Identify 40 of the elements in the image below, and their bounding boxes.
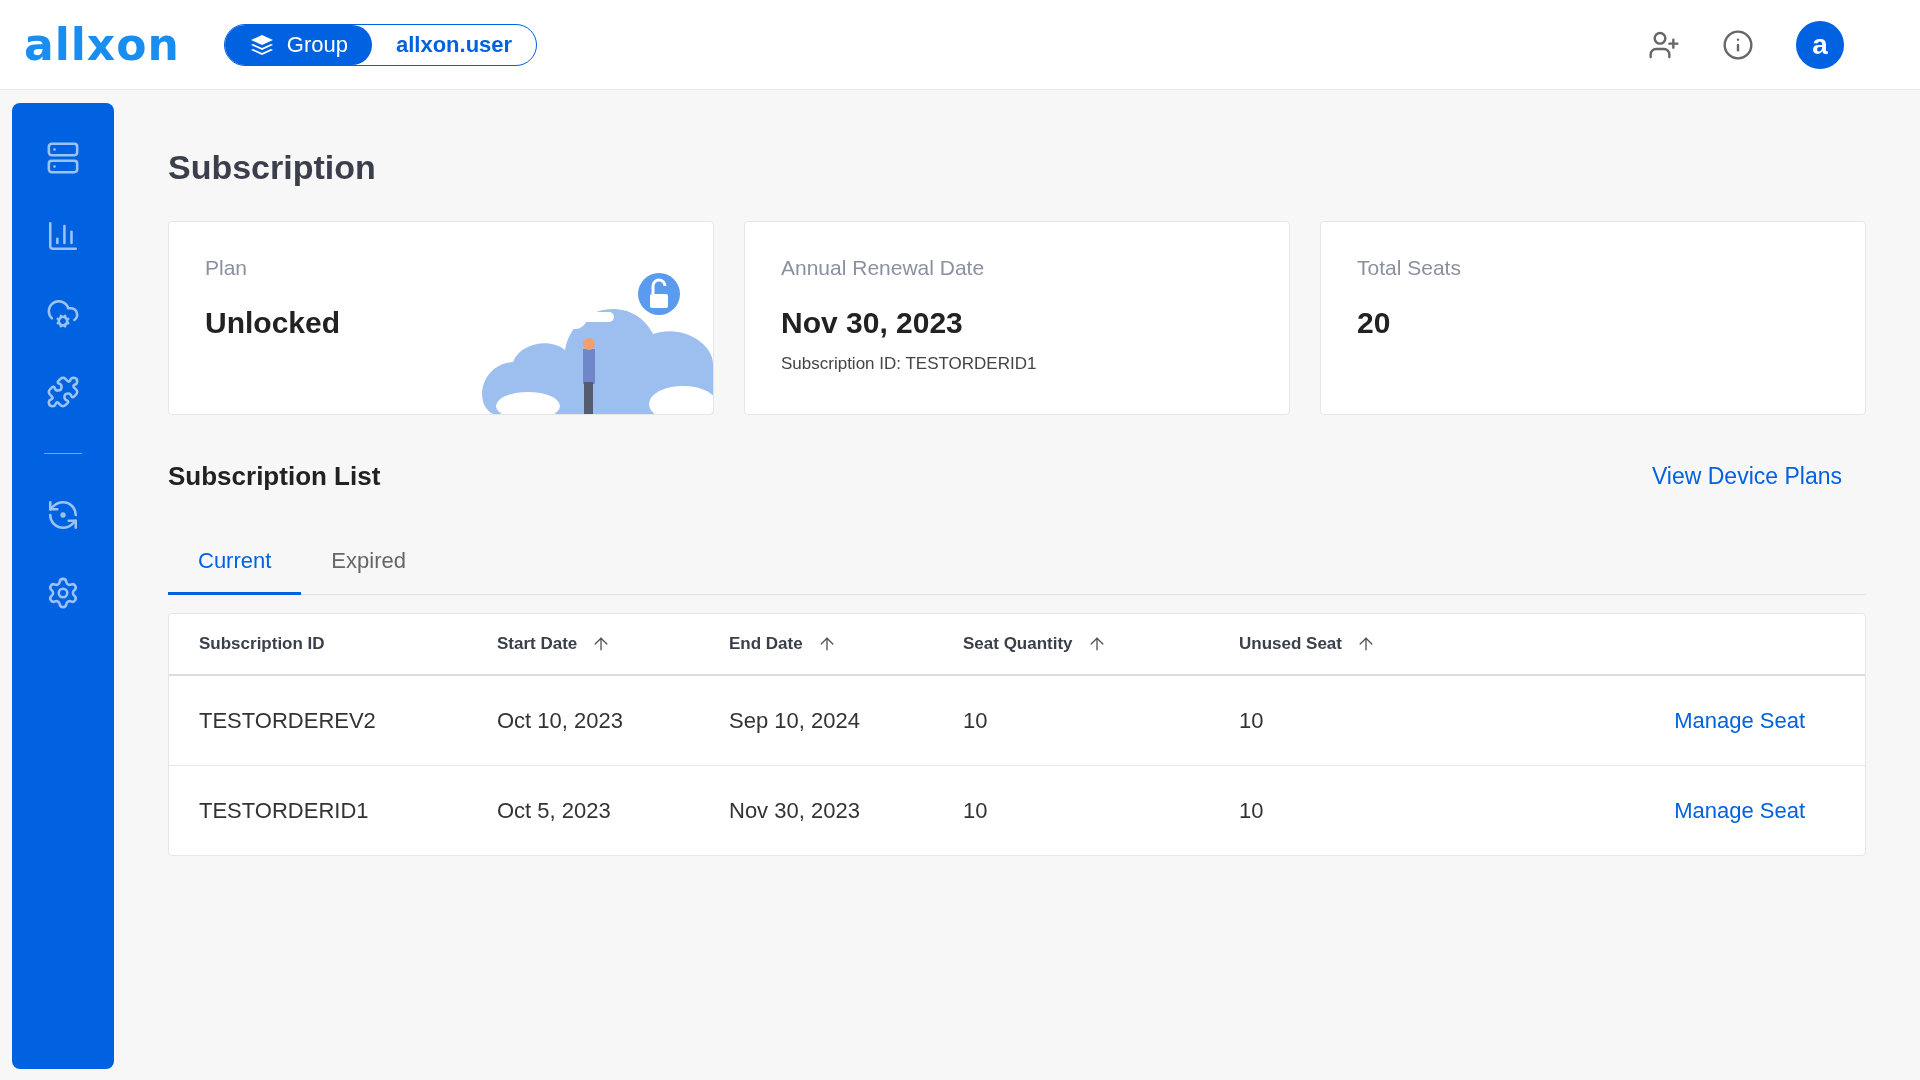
logo: allxon	[24, 19, 180, 70]
table-cell-text: Nov 30, 2023	[729, 797, 861, 824]
settings-icon[interactable]	[46, 576, 80, 610]
table-cell-text: Oct 10, 2023	[497, 707, 624, 734]
tab[interactable]: Current	[168, 536, 302, 595]
table-cell-text: TESTORDEREV2	[199, 707, 377, 734]
bar-chart-icon[interactable]	[46, 219, 80, 253]
column-header: Unused Seat	[1239, 634, 1342, 654]
section-title: Subscription List	[168, 461, 381, 492]
table-cell-text: Sep 10, 2024	[729, 707, 861, 734]
card-value: Unlocked	[205, 306, 342, 340]
card-value: Nov 30, 2023	[781, 306, 964, 340]
view-plans-link[interactable]: View Device Plans	[1651, 463, 1842, 490]
table-cell-text: 10	[963, 797, 989, 824]
card-label: Annual Renewal Date	[781, 256, 986, 280]
table-cell-text: 10	[1239, 707, 1265, 734]
manage-seat-link[interactable]: Manage Seat	[1674, 797, 1805, 824]
scope-option[interactable]: allxon.user	[371, 24, 537, 65]
refresh-icon[interactable]	[46, 498, 80, 532]
info-icon[interactable]	[1722, 28, 1754, 61]
table-cell-text: Oct 5, 2023	[497, 797, 612, 824]
puzzle-icon[interactable]	[46, 375, 80, 409]
scope-option[interactable]: Group	[224, 24, 372, 65]
tab[interactable]: Expired	[301, 536, 436, 595]
table-cell-text: 10	[963, 707, 989, 734]
avatar[interactable]: a	[1796, 20, 1844, 69]
column-header: Start Date	[497, 634, 578, 654]
card-label: Total Seats	[1357, 256, 1462, 280]
cloud-icon[interactable]	[46, 297, 80, 331]
table-cell-text: 10	[1239, 797, 1265, 824]
column-header: Seat Quantity	[963, 634, 1073, 654]
manage-seat-link[interactable]: Manage Seat	[1674, 707, 1805, 734]
column-header: Subscription ID	[199, 634, 325, 654]
card-note: Subscription ID: TESTORDERID1	[781, 354, 1038, 374]
server-icon[interactable]	[46, 141, 80, 175]
card-value: 20	[1357, 306, 1392, 340]
column-header: End Date	[729, 634, 803, 654]
page-title: Subscription	[168, 148, 377, 187]
table-cell-text: TESTORDERID1	[199, 797, 370, 824]
card-label: Plan	[205, 256, 249, 280]
